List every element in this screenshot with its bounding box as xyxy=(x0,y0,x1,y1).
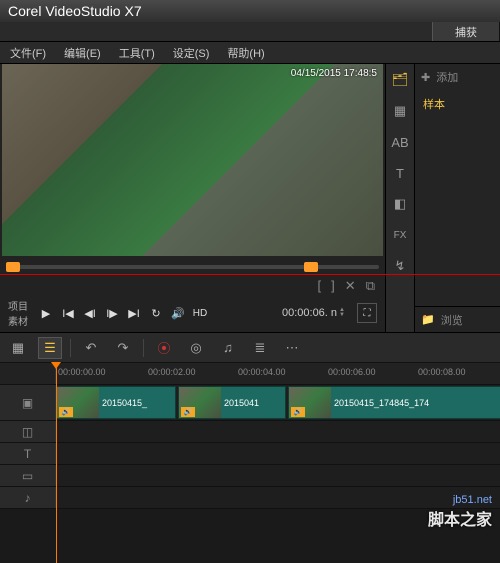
hd-button[interactable]: HD xyxy=(192,305,208,321)
plus-icon: ✚ xyxy=(421,71,430,84)
seek-bar[interactable] xyxy=(6,260,379,274)
auto-music-button[interactable]: ♫ xyxy=(216,337,240,359)
workspace-tabs: 捕获 xyxy=(0,22,500,42)
browse-button[interactable]: 📁 浏览 xyxy=(415,306,500,332)
repeat-button[interactable]: ↻ xyxy=(148,305,164,321)
voice-track-icon[interactable]: ▭ xyxy=(0,465,56,486)
prev-frame-button[interactable]: ◀I xyxy=(82,305,98,321)
undo-button[interactable]: ↶ xyxy=(79,337,103,359)
app-title: Corel VideoStudio X7 xyxy=(8,3,142,19)
tab-capture[interactable]: 捕获 xyxy=(432,22,500,41)
library-toolbar: 🗂 ▦ AB T ◧ FX ↯ xyxy=(385,64,415,332)
menu-bar: 文件(F) 编辑(E) 工具(T) 设定(S) 帮助(H) xyxy=(0,42,500,64)
split-button[interactable]: ⧉ xyxy=(366,278,375,294)
graphic-icon[interactable]: ◧ xyxy=(389,194,411,214)
cut-button[interactable]: ✕ xyxy=(345,278,356,294)
menu-file[interactable]: 文件(F) xyxy=(6,43,50,63)
playback-controls: 项目 素材 ▶ I◀ ◀I I▶ ▶I ↻ 🔊 HD 00:00:06. n ▲… xyxy=(0,294,385,332)
seek-end-handle[interactable] xyxy=(304,262,318,272)
mixer-button[interactable]: ◎ xyxy=(184,337,208,359)
music-track-icon[interactable]: ♪ xyxy=(0,487,56,508)
library-folder-sample[interactable]: 样本 xyxy=(423,96,492,112)
timeline: ▦ ☰ ↶ ↷ ⦿ ◎ ♫ ≣ ⋯ 00:00:00.00 00:00:02.0… xyxy=(0,332,500,509)
timecode-spinner[interactable]: ▲▼ xyxy=(339,308,345,318)
play-button[interactable]: ▶ xyxy=(38,305,54,321)
voice-track: ▭ xyxy=(0,465,500,487)
watermark-text: 脚本之家 xyxy=(428,506,492,530)
divider-line xyxy=(0,274,500,275)
sound-icon: 🔊 xyxy=(291,407,305,417)
mark-out-button[interactable]: ] xyxy=(331,278,335,294)
library-panel: ✚ 添加 样本 📁 浏览 xyxy=(415,64,500,332)
timecode-display[interactable]: 00:00:06. n xyxy=(282,307,337,319)
seek-start-handle[interactable] xyxy=(6,262,20,272)
timeline-view-button[interactable]: ☰ xyxy=(38,337,62,359)
preview-pane: 04/15/2015 17:48:5 xyxy=(2,64,383,256)
storyboard-view-button[interactable]: ▦ xyxy=(6,337,30,359)
menu-help[interactable]: 帮助(H) xyxy=(223,43,268,63)
title-bar: Corel VideoStudio X7 xyxy=(0,0,500,22)
path-icon[interactable]: ↯ xyxy=(389,256,411,276)
sound-icon: 🔊 xyxy=(59,407,73,417)
instant-project-icon[interactable]: ▦ xyxy=(389,101,411,121)
preview-video: 04/15/2015 17:48:5 xyxy=(2,64,383,256)
overlay-track: ◫ xyxy=(0,421,500,443)
playhead[interactable] xyxy=(56,363,57,563)
trim-controls: [ ] ✕ ⧉ xyxy=(0,278,385,294)
redo-button[interactable]: ↷ xyxy=(111,337,135,359)
preview-timestamp: 04/15/2015 17:48:5 xyxy=(291,68,377,79)
mode-clip[interactable]: 素材 xyxy=(8,313,28,328)
volume-button[interactable]: 🔊 xyxy=(170,305,186,321)
chapter-button[interactable]: ⋯ xyxy=(280,337,304,359)
overlay-track-icon[interactable]: ◫ xyxy=(0,421,56,442)
go-end-button[interactable]: ▶I xyxy=(126,305,142,321)
menu-settings[interactable]: 设定(S) xyxy=(169,43,214,63)
menu-edit[interactable]: 编辑(E) xyxy=(60,43,105,63)
title-track: T xyxy=(0,443,500,465)
mark-in-button[interactable]: [ xyxy=(318,278,322,294)
filter-icon[interactable]: FX xyxy=(389,225,411,245)
title-track-icon[interactable]: T xyxy=(0,443,56,464)
clip-2[interactable]: 2015041 🔊 xyxy=(178,386,286,419)
title-icon[interactable]: T xyxy=(389,163,411,183)
watermark-url: jb51.net xyxy=(453,494,492,506)
video-track-icon[interactable]: ▣ xyxy=(0,385,56,420)
transition-icon[interactable]: AB xyxy=(389,132,411,152)
track-manager-button[interactable]: ≣ xyxy=(248,337,272,359)
timeline-ruler[interactable]: 00:00:00.00 00:00:02.00 00:00:04.00 00:0… xyxy=(0,363,500,385)
music-track: ♪ xyxy=(0,487,500,509)
record-button[interactable]: ⦿ xyxy=(152,337,176,359)
watermark: jb51.net 脚本之家 xyxy=(428,494,492,530)
enlarge-button[interactable]: ⛶ xyxy=(357,303,377,323)
mode-project[interactable]: 项目 xyxy=(8,298,28,313)
folder-icon: 📁 xyxy=(421,313,435,326)
next-frame-button[interactable]: I▶ xyxy=(104,305,120,321)
sound-icon: 🔊 xyxy=(181,407,195,417)
add-folder-button[interactable]: ✚ 添加 xyxy=(415,64,500,90)
timeline-toolbar: ▦ ☰ ↶ ↷ ⦿ ◎ ♫ ≣ ⋯ xyxy=(0,333,500,363)
clip-1[interactable]: 20150415_ 🔊 xyxy=(56,386,176,419)
video-track: ▣ 20150415_ 🔊 2015041 🔊 20150415_174845_… xyxy=(0,385,500,421)
media-library-icon[interactable]: 🗂 xyxy=(389,70,411,90)
menu-tools[interactable]: 工具(T) xyxy=(115,43,159,63)
clip-3[interactable]: 20150415_174845_174 🔊 xyxy=(288,386,500,419)
go-start-button[interactable]: I◀ xyxy=(60,305,76,321)
